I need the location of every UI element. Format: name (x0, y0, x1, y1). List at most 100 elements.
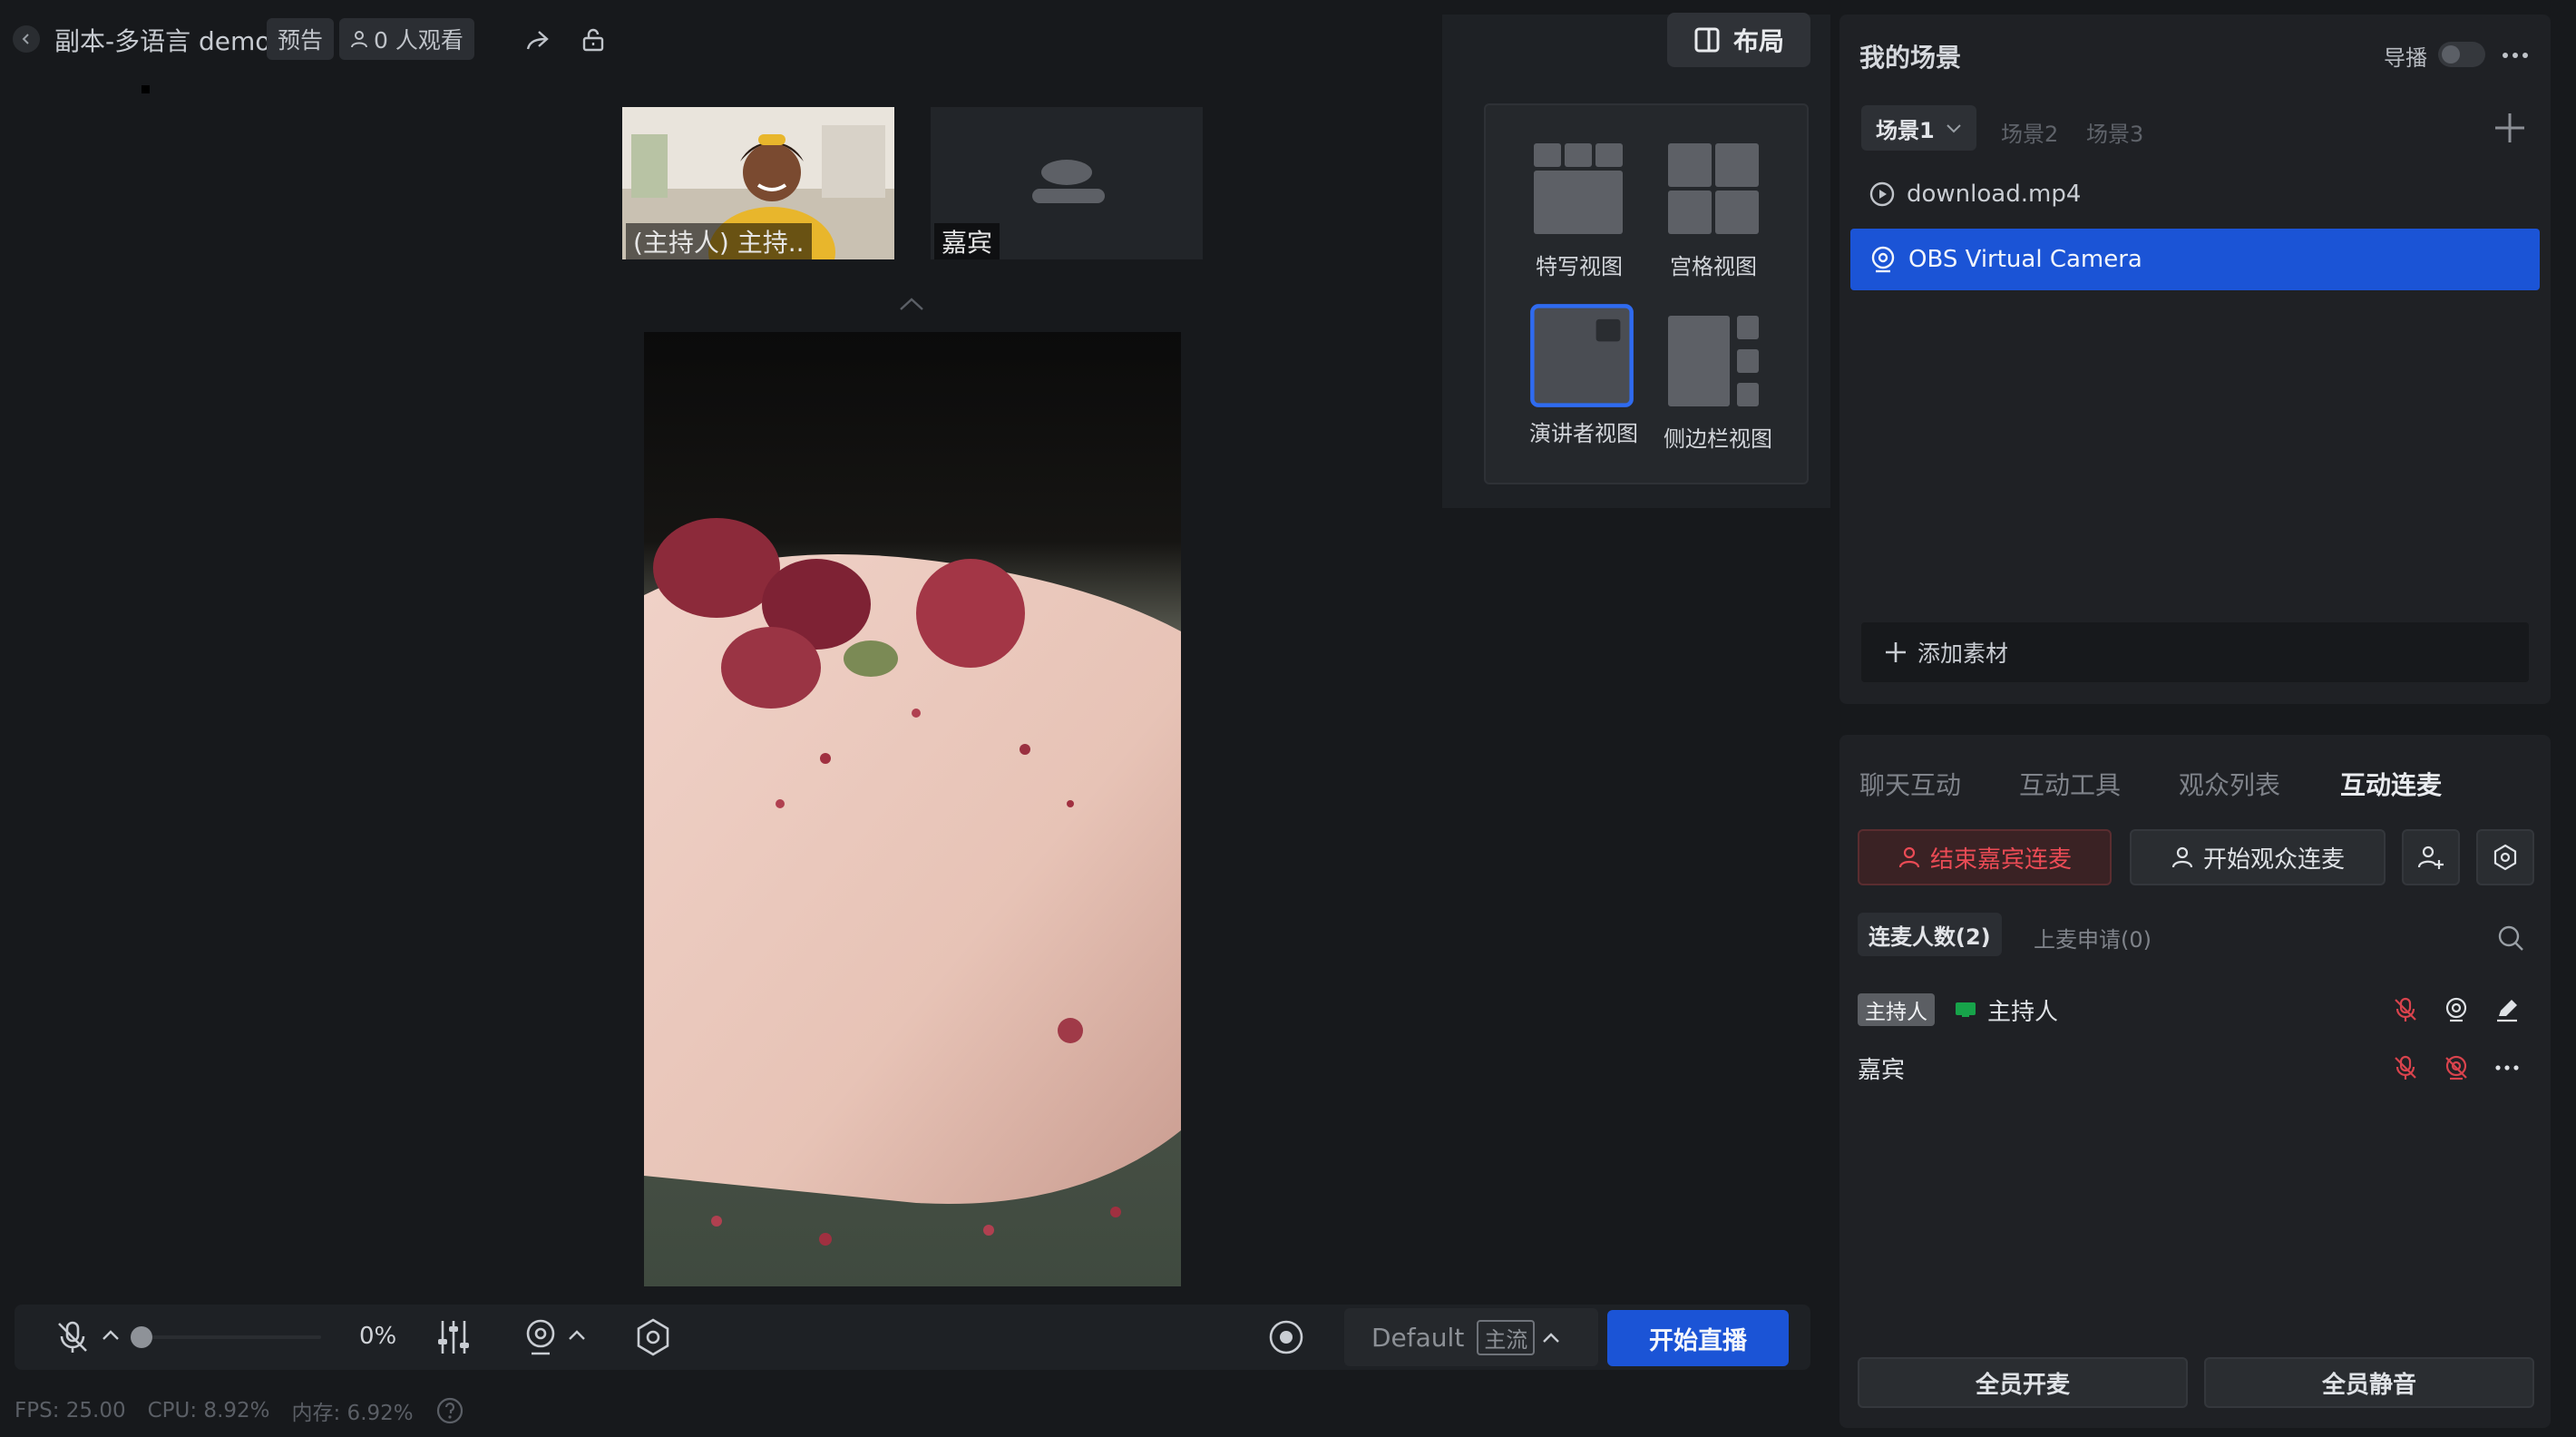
camera-toggle-button[interactable] (521, 1317, 561, 1357)
grid-view-icon (1668, 143, 1759, 234)
chevron-up-icon (1543, 1333, 1560, 1343)
volume-slider[interactable] (141, 1335, 321, 1339)
guest-camera-button[interactable] (2431, 1054, 2482, 1081)
layout-button[interactable]: 布局 (1667, 13, 1810, 67)
layout-option-closeup[interactable]: 特写视图 (1529, 142, 1629, 280)
control-bar: 0% Default 主流 开始直播 (15, 1305, 1810, 1370)
layout-option-sidebar[interactable]: 侧边栏视图 (1664, 314, 1772, 453)
tab-tools[interactable]: 互动工具 (2019, 766, 2121, 802)
plus-icon (1886, 642, 1906, 662)
event-title: 副本-多语言 demo (54, 26, 271, 56)
participant-name: 主持人 (1987, 998, 2059, 1026)
chevron-up-icon (900, 298, 923, 310)
tab-chat[interactable]: 聊天互动 (1859, 766, 1961, 802)
scene-tab-2[interactable]: 场景2 (2001, 116, 2058, 148)
cpu-readout: CPU: 8.92% (147, 1399, 270, 1422)
camera-off-icon (2445, 1055, 2467, 1080)
source-item-obs-virtual-camera[interactable]: OBS Virtual Camera (1850, 229, 2540, 290)
edit-icon (2497, 1000, 2517, 1022)
stream-selector[interactable]: Default 主流 (1344, 1308, 1598, 1366)
record-button[interactable] (1266, 1317, 1306, 1357)
scene-more-button[interactable] (2500, 40, 2531, 71)
mic-off-icon (2395, 1055, 2416, 1080)
settings-button[interactable] (633, 1317, 673, 1357)
more-horizontal-icon (2503, 53, 2528, 58)
lock-button[interactable] (575, 22, 611, 58)
screen-share-icon (1956, 1002, 1976, 1017)
preview-video-image (644, 332, 1181, 1286)
guest-thumbnail-label: 嘉宾 (934, 223, 1000, 259)
source-item-download-mp4[interactable]: download.mp4 (1850, 163, 2540, 225)
volume-percent: 0% (359, 1323, 397, 1350)
sliders-icon (438, 1321, 469, 1354)
webcam-icon (1871, 246, 1895, 273)
host-edit-button[interactable] (2482, 996, 2532, 1023)
more-horizontal-icon (2495, 1065, 2519, 1070)
add-source-button[interactable]: 添加素材 (1861, 622, 2529, 682)
scene-panel-title: 我的场景 (1859, 43, 1962, 73)
record-icon (1269, 1320, 1303, 1354)
chevron-left-icon (22, 34, 29, 44)
go-live-button[interactable]: 开始直播 (1607, 1310, 1789, 1366)
play-circle-icon (1869, 181, 1895, 207)
mic-off-icon (58, 1321, 87, 1353)
speaker-view-icon (1530, 304, 1634, 407)
sidebar-view-icon (1668, 316, 1759, 406)
add-scene-button[interactable] (2493, 111, 2527, 145)
volume-slider-thumb[interactable] (131, 1326, 152, 1348)
participant-name: 嘉宾 (1858, 1056, 1906, 1084)
help-icon[interactable] (435, 1396, 464, 1425)
add-user-icon (2417, 846, 2444, 869)
layout-icon (1694, 27, 1720, 53)
mic-toggle-button[interactable] (54, 1319, 91, 1355)
start-audience-connect-button[interactable]: 开始观众连麦 (2130, 829, 2386, 885)
connected-count-tab[interactable]: 连麦人数(2) (1858, 913, 2002, 956)
invite-user-button[interactable] (2402, 829, 2460, 885)
host-camera-button[interactable] (2431, 996, 2482, 1023)
participant-row-guest: 嘉宾 (1858, 1045, 2532, 1090)
unmute-all-button[interactable]: 全员开麦 (1858, 1357, 2188, 1408)
connect-settings-button[interactable] (2476, 829, 2534, 885)
chevron-up-icon (569, 1330, 585, 1340)
plus-icon (2495, 113, 2524, 142)
chevron-down-icon (1946, 124, 1961, 133)
host-video-thumbnail[interactable]: (主持人) 主持.. (622, 107, 894, 259)
mic-options-button[interactable] (102, 1328, 120, 1341)
guest-video-thumbnail[interactable]: 嘉宾 (931, 107, 1203, 259)
cursor-dot (141, 85, 150, 93)
back-button[interactable] (13, 25, 40, 53)
scene-tab-1[interactable]: 场景1 (1861, 105, 1976, 151)
main-video-preview (644, 332, 1181, 1286)
settings-hexagon-icon (2493, 844, 2517, 871)
collapse-thumbnails-button[interactable] (898, 296, 925, 312)
director-label: 导播 (2384, 45, 2427, 71)
layout-option-grid[interactable]: 宫格视图 (1664, 142, 1763, 280)
audio-mixer-button[interactable] (434, 1317, 473, 1357)
user-icon (2171, 846, 2193, 868)
user-icon (351, 31, 367, 48)
webcam-icon (2445, 997, 2467, 1022)
status-bar: FPS: 25.00 CPU: 8.92% 内存: 6.92% (15, 1395, 464, 1426)
director-toggle[interactable] (2438, 42, 2485, 67)
settings-hexagon-icon (637, 1318, 669, 1356)
mute-all-button[interactable]: 全员静音 (2204, 1357, 2534, 1408)
guest-mic-button[interactable] (2380, 1054, 2431, 1081)
stream-type-badge: 主流 (1477, 1319, 1536, 1355)
search-icon (2498, 925, 2523, 951)
closeup-view-icon (1534, 143, 1623, 234)
end-guest-connect-button[interactable]: 结束嘉宾连麦 (1858, 829, 2112, 885)
camera-options-button[interactable] (568, 1328, 586, 1341)
host-mic-button[interactable] (2380, 996, 2431, 1023)
guest-more-button[interactable] (2482, 1054, 2532, 1081)
requests-tab[interactable]: 上麦申请(0) (2034, 922, 2152, 953)
layout-option-speaker[interactable]: 演讲者视图 (1529, 304, 1638, 447)
scene-tab-3[interactable]: 场景3 (2086, 116, 2143, 148)
tab-audience[interactable]: 观众列表 (2179, 766, 2280, 802)
unlock-icon (582, 28, 604, 52)
participant-row-host: 主持人 主持人 (1858, 987, 2532, 1032)
search-button[interactable] (2496, 924, 2525, 953)
tab-co-host[interactable]: 互动连麦 (2340, 766, 2442, 802)
chevron-up-icon (102, 1330, 119, 1340)
share-button[interactable] (519, 22, 555, 58)
share-icon (526, 31, 549, 50)
